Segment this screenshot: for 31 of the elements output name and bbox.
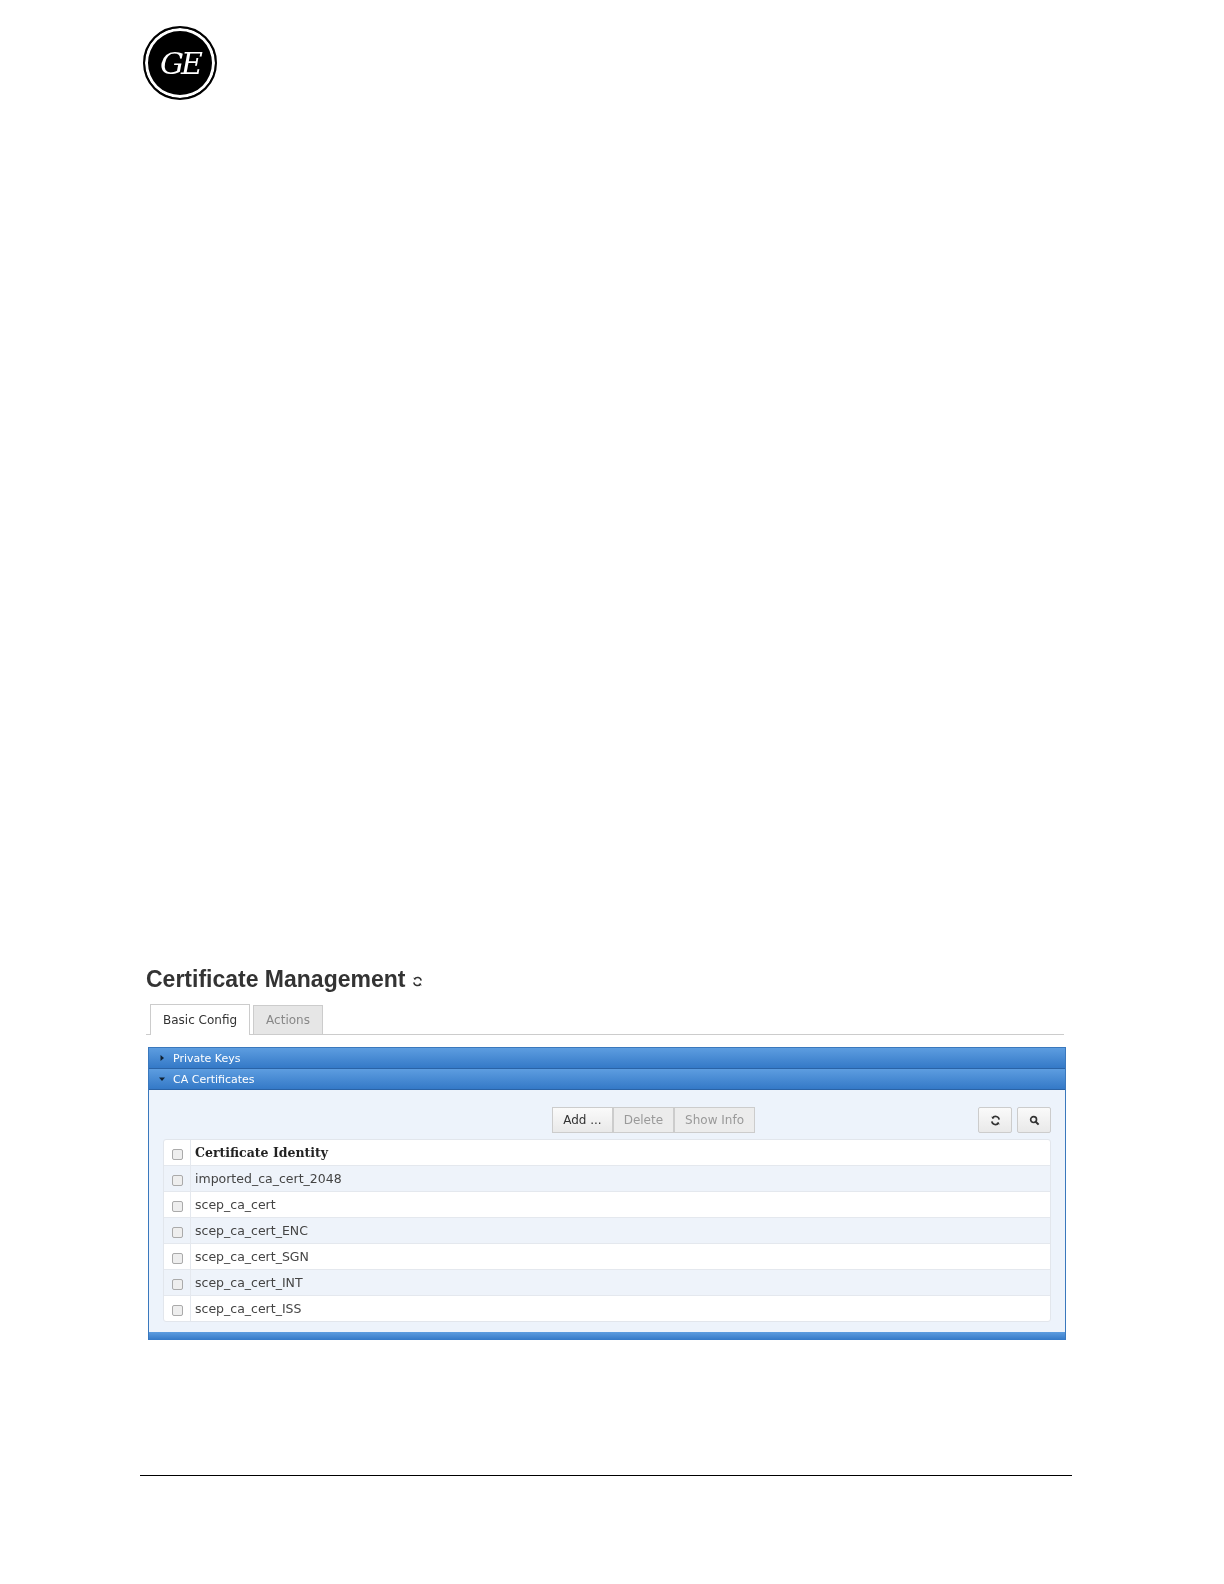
search-icon xyxy=(1028,1114,1040,1126)
search-button[interactable] xyxy=(1017,1107,1051,1133)
tab[interactable]: Basic Config xyxy=(150,1004,251,1035)
page-title: Certificate Management xyxy=(146,965,406,993)
section-header[interactable] xyxy=(149,1332,1065,1340)
table-cell-text: scep_ca_cert_INT xyxy=(194,1274,303,1292)
checkbox[interactable] xyxy=(171,1148,183,1160)
tab[interactable]: Actions xyxy=(253,1005,323,1034)
table-cell-text: scep_ca_cert xyxy=(194,1196,276,1214)
checkbox[interactable] xyxy=(171,1278,183,1290)
checkbox[interactable] xyxy=(171,1174,183,1186)
section-title: CA Certificates xyxy=(173,1072,255,1086)
column-header: Certificate Identity xyxy=(194,1144,329,1162)
table-cell-text: imported_ca_cert_2048 xyxy=(194,1170,342,1188)
checkbox[interactable] xyxy=(171,1200,183,1212)
table-cell-text: scep_ca_cert_SGN xyxy=(194,1248,309,1266)
logo: GE xyxy=(143,26,217,100)
checkbox[interactable] xyxy=(171,1304,183,1316)
section-header[interactable]: Private Keys xyxy=(149,1048,1065,1069)
table-cell-text: scep_ca_cert_ENC xyxy=(194,1222,308,1240)
refresh-icon[interactable] xyxy=(412,975,424,987)
refresh-icon xyxy=(989,1114,1001,1126)
refresh-button[interactable] xyxy=(978,1107,1012,1133)
checkbox[interactable] xyxy=(171,1226,183,1238)
section-title: Private Keys xyxy=(173,1051,241,1065)
checkbox[interactable] xyxy=(171,1252,183,1264)
caret-icon xyxy=(159,1076,165,1082)
toolbar-button[interactable]: Add ... xyxy=(552,1107,613,1133)
caret-icon xyxy=(159,1055,165,1061)
table-cell-text: scep_ca_cert_ISS xyxy=(194,1300,302,1318)
section-header[interactable]: CA Certificates xyxy=(149,1069,1065,1090)
